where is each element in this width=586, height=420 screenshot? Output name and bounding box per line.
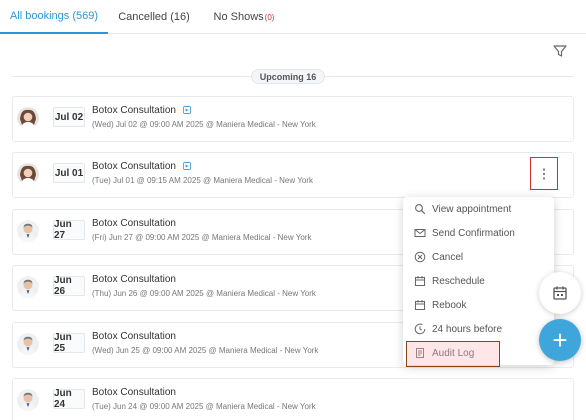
audit-log-highlight	[406, 341, 500, 367]
booking-context-menu: View appointment Send Confirmation Cance…	[403, 197, 554, 365]
booking-details: (Fri) Jun 27 @ 09:00 AM 2025 @ Maniera M…	[92, 233, 312, 242]
menu-item-rebook[interactable]: Rebook	[403, 293, 554, 317]
booking-date: Jun 26	[53, 275, 85, 297]
booking-card[interactable]: Jul 02 Botox Consultation (Wed) Jul 02 @…	[12, 96, 574, 142]
calendar-fab-button[interactable]	[539, 272, 581, 314]
calendar-icon	[415, 276, 425, 286]
avatar	[17, 107, 39, 129]
booking-tabs: All bookings (569) Cancelled (16) No Sho…	[0, 0, 586, 34]
menu-item-cancel[interactable]: Cancel	[403, 245, 554, 269]
booking-details: (Tue) Jun 24 @ 09:00 AM 2025 @ Maniera M…	[92, 402, 316, 411]
avatar	[17, 163, 39, 185]
booking-card[interactable]: Jul 01 Botox Consultation (Tue) Jul 01 @…	[12, 152, 574, 198]
booking-title-text: Botox Consultation	[92, 218, 176, 229]
booking-details: (Wed) Jul 02 @ 09:00 AM 2025 @ Maniera M…	[92, 120, 316, 129]
menu-item-label: Rebook	[432, 299, 467, 311]
tab-no-shows[interactable]: No Shows (0)	[200, 0, 288, 34]
menu-item-reschedule[interactable]: Reschedule	[403, 269, 554, 293]
booking-title-text: Botox Consultation	[92, 331, 176, 342]
tab-no-shows-label: No Shows	[213, 11, 264, 23]
menu-item-label: Send Confirmation	[432, 227, 515, 239]
clock-icon	[414, 323, 426, 335]
cancel-icon	[414, 251, 426, 263]
no-shows-count: (0)	[264, 12, 275, 22]
booking-title: Botox Consultation	[92, 218, 176, 229]
filter-icon[interactable]	[551, 42, 569, 60]
booking-card[interactable]: Jun 24 Botox Consultation (Tue) Jun 24 @…	[12, 378, 574, 420]
booking-title: Botox Consultation	[92, 387, 176, 398]
menu-item-label: Cancel	[432, 251, 464, 263]
booking-date: Jun 25	[53, 332, 85, 354]
tab-cancelled[interactable]: Cancelled (16)	[108, 0, 200, 34]
booking-title: Botox Consultation	[92, 161, 191, 172]
booking-title: Botox Consultation	[92, 331, 176, 342]
mail-icon	[414, 229, 426, 237]
bookings-page: All bookings (569) Cancelled (16) No Sho…	[0, 0, 586, 420]
tab-all-bookings[interactable]: All bookings (569)	[0, 0, 108, 34]
booking-date: Jun 27	[53, 219, 85, 241]
menu-item-send-confirmation[interactable]: Send Confirmation	[403, 221, 554, 245]
booking-date: Jul 02	[53, 107, 85, 127]
avatar	[17, 333, 39, 355]
kebab-icon	[542, 167, 546, 180]
avatar	[17, 276, 39, 298]
booking-details: (Wed) Jun 25 @ 09:00 AM 2025 @ Maniera M…	[92, 346, 319, 355]
booking-date: Jun 24	[53, 388, 85, 410]
booking-title-text: Botox Consultation	[92, 161, 176, 172]
booking-details: (Tue) Jul 01 @ 09:15 AM 2025 @ Maniera M…	[92, 176, 313, 185]
video-icon	[183, 162, 191, 170]
calendar-icon	[415, 300, 425, 310]
booking-title-text: Botox Consultation	[92, 274, 176, 285]
video-icon	[183, 106, 191, 114]
menu-item-label: Reschedule	[432, 275, 485, 287]
booking-date: Jul 01	[53, 163, 85, 183]
menu-item-view-appointment[interactable]: View appointment	[403, 197, 554, 221]
menu-item-label: 24 hours before	[432, 323, 503, 335]
calendar-icon	[553, 286, 567, 300]
avatar	[17, 389, 39, 411]
add-booking-button[interactable]: +	[539, 319, 581, 361]
booking-title-text: Botox Consultation	[92, 105, 176, 116]
booking-title-text: Botox Consultation	[92, 387, 176, 398]
upcoming-badge: Upcoming 16	[251, 69, 325, 84]
menu-item-label: View appointment	[432, 203, 512, 215]
booking-title: Botox Consultation	[92, 105, 191, 116]
more-options-button[interactable]	[530, 157, 558, 190]
search-icon	[415, 204, 426, 215]
plus-icon: +	[552, 324, 568, 355]
booking-details: (Thu) Jun 26 @ 09:00 AM 2025 @ Maniera M…	[92, 289, 316, 298]
menu-item-24-hours-before[interactable]: 24 hours before	[403, 317, 554, 341]
avatar	[17, 220, 39, 242]
booking-title: Botox Consultation	[92, 274, 176, 285]
